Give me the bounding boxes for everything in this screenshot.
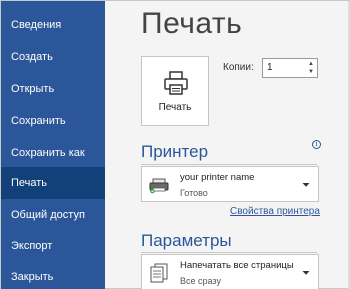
sidebar-item-export[interactable]: Экспорт xyxy=(1,230,105,262)
page-title: Печать xyxy=(141,7,243,40)
sidebar-item-save-as[interactable]: Сохранить как xyxy=(1,137,105,169)
sidebar-item-open[interactable]: Открыть xyxy=(1,73,105,105)
copies-stepper[interactable]: 1 ▲ ▼ xyxy=(262,58,318,78)
copies-label: Копии: xyxy=(223,62,254,73)
printer-section-divider xyxy=(141,164,317,165)
print-button[interactable]: Печать xyxy=(141,56,209,126)
settings-section-title: Параметры xyxy=(141,231,232,250)
printer-icon xyxy=(164,71,188,95)
chevron-down-icon xyxy=(302,271,310,275)
copies-value: 1 xyxy=(267,62,273,73)
sidebar-item-save[interactable]: Сохранить xyxy=(1,105,105,137)
sidebar-item-label: Создать xyxy=(11,51,53,63)
info-icon[interactable]: i xyxy=(312,140,321,149)
printer-status: Готово xyxy=(180,188,208,198)
copies-spin-buttons[interactable]: ▲ ▼ xyxy=(307,60,315,76)
printer-properties-link[interactable]: Свойства принтера xyxy=(230,206,320,217)
printer-name: your printer name xyxy=(180,172,255,183)
sidebar-item-close[interactable]: Закрыть xyxy=(1,261,105,289)
spin-down-icon[interactable]: ▼ xyxy=(307,68,315,76)
sidebar-item-info[interactable]: Сведения xyxy=(1,9,105,41)
sidebar-item-new[interactable]: Создать xyxy=(1,41,105,73)
pages-icon xyxy=(150,263,168,283)
printer-section-title: Принтер xyxy=(141,142,209,161)
print-panel: Печать Печать Копии: 1 ▲ ▼ Принтер i you… xyxy=(105,1,350,289)
print-range-value: Напечатать все страницы xyxy=(180,260,294,271)
sidebar-item-label: Сохранить xyxy=(11,115,66,127)
sidebar-item-print[interactable]: Печать xyxy=(1,167,105,199)
sidebar-item-label: Печать xyxy=(11,177,48,189)
settings-section-divider xyxy=(141,252,317,253)
print-button-label: Печать xyxy=(158,102,192,113)
sidebar-item-label: Открыть xyxy=(11,83,55,95)
sidebar-item-label: Экспорт xyxy=(11,240,53,252)
sidebar-item-label: Сохранить как xyxy=(11,147,85,159)
print-range-sub: Все сразу xyxy=(180,276,221,286)
print-range-dropdown[interactable]: Напечатать все страницы Все сразу xyxy=(141,254,319,289)
sidebar-item-label: Закрыть xyxy=(11,271,54,283)
sidebar-item-label: Общий доступ xyxy=(11,209,85,221)
spin-up-icon[interactable]: ▲ xyxy=(307,60,315,68)
printer-device-icon xyxy=(149,178,169,194)
sidebar-item-label: Сведения xyxy=(11,19,62,31)
backstage-sidebar: Сведения Создать Открыть Сохранить Сохра… xyxy=(1,1,105,289)
sidebar-item-share[interactable]: Общий доступ xyxy=(1,199,105,231)
printer-dropdown[interactable]: your printer name Готово xyxy=(141,166,319,202)
chevron-down-icon xyxy=(302,183,310,187)
